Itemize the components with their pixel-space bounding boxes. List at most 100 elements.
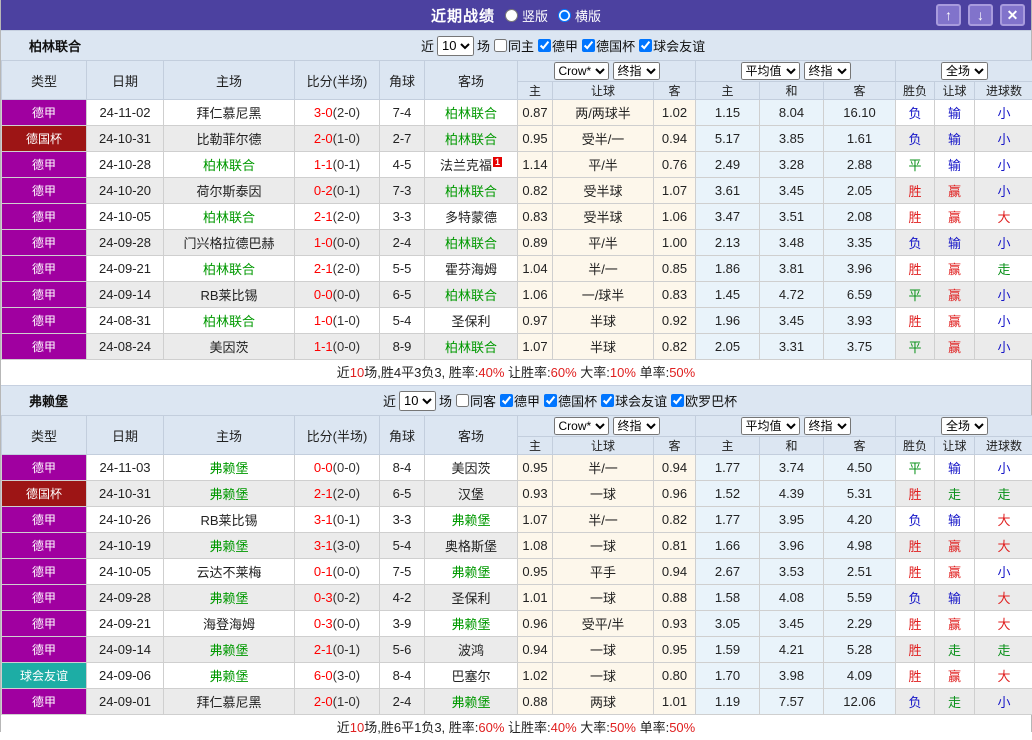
result-cell: 负: [896, 126, 935, 152]
result-cell: 平: [896, 282, 935, 308]
result-cell: 小: [975, 334, 1032, 360]
away-team-cell: 柏林联合: [425, 282, 518, 308]
move-up-button[interactable]: ↑: [936, 4, 961, 26]
average-odds-cell: 3.96: [824, 256, 896, 282]
crow-odds-cell: 0.94: [654, 455, 696, 481]
odds-company-select[interactable]: Crow*: [554, 62, 609, 80]
team-name: 柏林联合: [29, 36, 81, 55]
result-cell: 小: [975, 308, 1032, 334]
same-venue-checkbox[interactable]: [494, 39, 507, 52]
score-cell: 0-3(0-2): [295, 585, 380, 611]
corner-cell: 5-5: [380, 256, 425, 282]
games-label: 场: [477, 36, 490, 55]
crow-odds-cell: 0.85: [654, 256, 696, 282]
league-checkbox[interactable]: [601, 394, 614, 407]
league-checkbox[interactable]: [671, 394, 684, 407]
league-filter[interactable]: 德甲: [538, 36, 578, 55]
column-header: 日期: [87, 416, 164, 455]
result-cell: 小: [975, 559, 1032, 585]
match-row: 德甲24-09-14弗赖堡2-1(0-1)5-6波鸿0.94一球0.951.59…: [2, 637, 1032, 663]
crow-odds-cell: 一球: [553, 637, 654, 663]
move-down-button[interactable]: ↓: [968, 4, 993, 26]
average-odds-cell: 1.52: [696, 481, 760, 507]
average-value-select[interactable]: 平均值: [741, 62, 800, 80]
match-scope-select[interactable]: 全场: [941, 417, 988, 435]
league-checkbox[interactable]: [544, 394, 557, 407]
vertical-layout-radio-group[interactable]: 竖版: [505, 6, 548, 25]
horizontal-layout-radio[interactable]: [558, 9, 571, 22]
away-team-cell: 波鸿: [425, 637, 518, 663]
average-odds-cell: 4.39: [760, 481, 824, 507]
score-cell: 2-1(2-0): [295, 481, 380, 507]
league-filter[interactable]: 德甲: [500, 391, 540, 410]
crow-odds-cell: 受半球: [553, 178, 654, 204]
corner-cell: 4-5: [380, 152, 425, 178]
odds-stage-select[interactable]: 终指: [613, 62, 660, 80]
result-cell: 胜: [896, 178, 935, 204]
league-filter[interactable]: 球会友谊: [639, 36, 705, 55]
league-checkbox[interactable]: [639, 39, 652, 52]
match-row: 德甲24-10-20荷尔斯泰因0-2(0-1)7-3柏林联合0.82受半球1.0…: [2, 178, 1032, 204]
result-cell: 走: [975, 481, 1032, 507]
games-label: 场: [439, 391, 452, 410]
average-odds-cell: 3.98: [760, 663, 824, 689]
average-odds-cell: 3.53: [760, 559, 824, 585]
recent-count-select[interactable]: 10: [437, 36, 474, 56]
crow-odds-cell: 1.06: [654, 204, 696, 230]
average-value-select[interactable]: 平均值: [741, 417, 800, 435]
league-filter[interactable]: 欧罗巴杯: [671, 391, 737, 410]
crow-odds-group: Crow*终指: [518, 61, 696, 82]
away-team-cell: 圣保利: [425, 585, 518, 611]
sub-column-header: 和: [760, 82, 824, 100]
home-team-cell: 弗赖堡: [164, 455, 295, 481]
average-odds-cell: 4.50: [824, 455, 896, 481]
average-odds-cell: 5.28: [824, 637, 896, 663]
crow-odds-cell: 两/两球半: [553, 100, 654, 126]
average-odds-cell: 2.67: [696, 559, 760, 585]
result-cell: 走: [975, 256, 1032, 282]
sub-column-header: 客: [654, 82, 696, 100]
average-odds-cell: 4.20: [824, 507, 896, 533]
league-cell: 德甲: [2, 204, 87, 230]
match-row: 德甲24-09-21柏林联合2-1(2-0)5-5霍芬海姆1.04半/一0.85…: [2, 256, 1032, 282]
league-cell: 德甲: [2, 533, 87, 559]
vertical-layout-radio[interactable]: [505, 9, 518, 22]
date-cell: 24-10-05: [87, 204, 164, 230]
odds-company-select[interactable]: Crow*: [554, 417, 609, 435]
away-team-cell: 弗赖堡: [425, 689, 518, 715]
average-odds-cell: 3.61: [696, 178, 760, 204]
average-odds-cell: 1.70: [696, 663, 760, 689]
league-cell: 德甲: [2, 308, 87, 334]
league-checkbox[interactable]: [500, 394, 513, 407]
league-cell: 德国杯: [2, 481, 87, 507]
close-button[interactable]: ✕: [1000, 4, 1025, 26]
average-stage-select[interactable]: 终指: [804, 62, 851, 80]
match-scope-select[interactable]: 全场: [941, 62, 988, 80]
same-venue-filter[interactable]: 同主: [494, 36, 534, 55]
recent-count-select[interactable]: 10: [399, 391, 436, 411]
league-checkbox[interactable]: [538, 39, 551, 52]
odds-stage-select[interactable]: 终指: [613, 417, 660, 435]
horizontal-layout-radio-group[interactable]: 横版: [558, 6, 601, 25]
corner-cell: 8-4: [380, 455, 425, 481]
average-odds-cell: 1.96: [696, 308, 760, 334]
crow-odds-cell: 0.80: [654, 663, 696, 689]
team-section: 弗赖堡近10场同客德甲德国杯球会友谊欧罗巴杯类型日期主场比分(半场)角球客场Cr…: [1, 385, 1031, 740]
away-team-cell: 弗赖堡: [425, 611, 518, 637]
table-header-row: 类型日期主场比分(半场)角球客场Crow*终指平均值终指全场: [2, 416, 1032, 437]
league-filter[interactable]: 德国杯: [544, 391, 597, 410]
column-header: 类型: [2, 61, 87, 100]
league-checkbox[interactable]: [582, 39, 595, 52]
crow-odds-cell: 0.95: [518, 559, 553, 585]
home-team-cell: 柏林联合: [164, 152, 295, 178]
average-odds-group: 平均值终指: [696, 416, 896, 437]
same-venue-filter[interactable]: 同客: [456, 391, 496, 410]
average-odds-cell: 3.35: [824, 230, 896, 256]
league-cell: 德甲: [2, 178, 87, 204]
league-filter[interactable]: 德国杯: [582, 36, 635, 55]
same-venue-checkbox[interactable]: [456, 394, 469, 407]
away-team-cell: 法兰克福1: [425, 152, 518, 178]
average-stage-select[interactable]: 终指: [804, 417, 851, 435]
score-cell: 2-0(1-0): [295, 126, 380, 152]
league-filter[interactable]: 球会友谊: [601, 391, 667, 410]
